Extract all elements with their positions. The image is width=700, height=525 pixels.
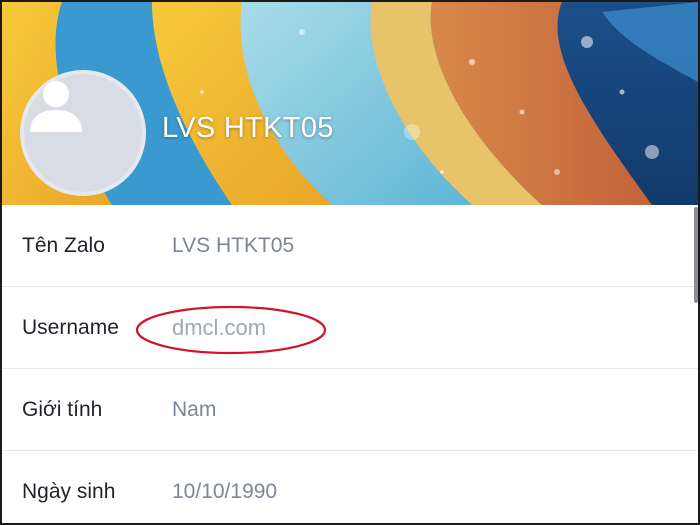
info-row-zalo-name: Tên Zalo LVS HTKT05 (2, 205, 698, 287)
avatar[interactable] (20, 70, 146, 196)
profile-display-name: LVS HTKT05 (162, 112, 334, 144)
cover-photo[interactable]: LVS HTKT05 (2, 2, 698, 205)
username-label: Username (22, 315, 119, 339)
birthday-value: 10/10/1990 (172, 479, 278, 503)
info-row-gender: Giới tính Nam (2, 369, 698, 451)
highlight-ellipse (135, 305, 327, 355)
profile-screen: LVS HTKT05 Tên Zalo LVS HTKT05 Username … (0, 0, 700, 525)
gender-label: Giới tính (22, 397, 103, 421)
zalo-name-value: LVS HTKT05 (172, 233, 295, 257)
zalo-name-label: Tên Zalo (22, 233, 105, 257)
scrollbar[interactable] (694, 207, 698, 303)
info-row-username: Username dmcl.com (2, 287, 698, 369)
profile-info-list: Tên Zalo LVS HTKT05 Username dmcl.com Gi… (2, 205, 698, 523)
birthday-label: Ngày sinh (22, 479, 116, 503)
gender-value: Nam (172, 397, 217, 421)
user-silhouette-icon (30, 81, 82, 132)
info-row-birthday: Ngày sinh 10/10/1990 (2, 451, 698, 523)
